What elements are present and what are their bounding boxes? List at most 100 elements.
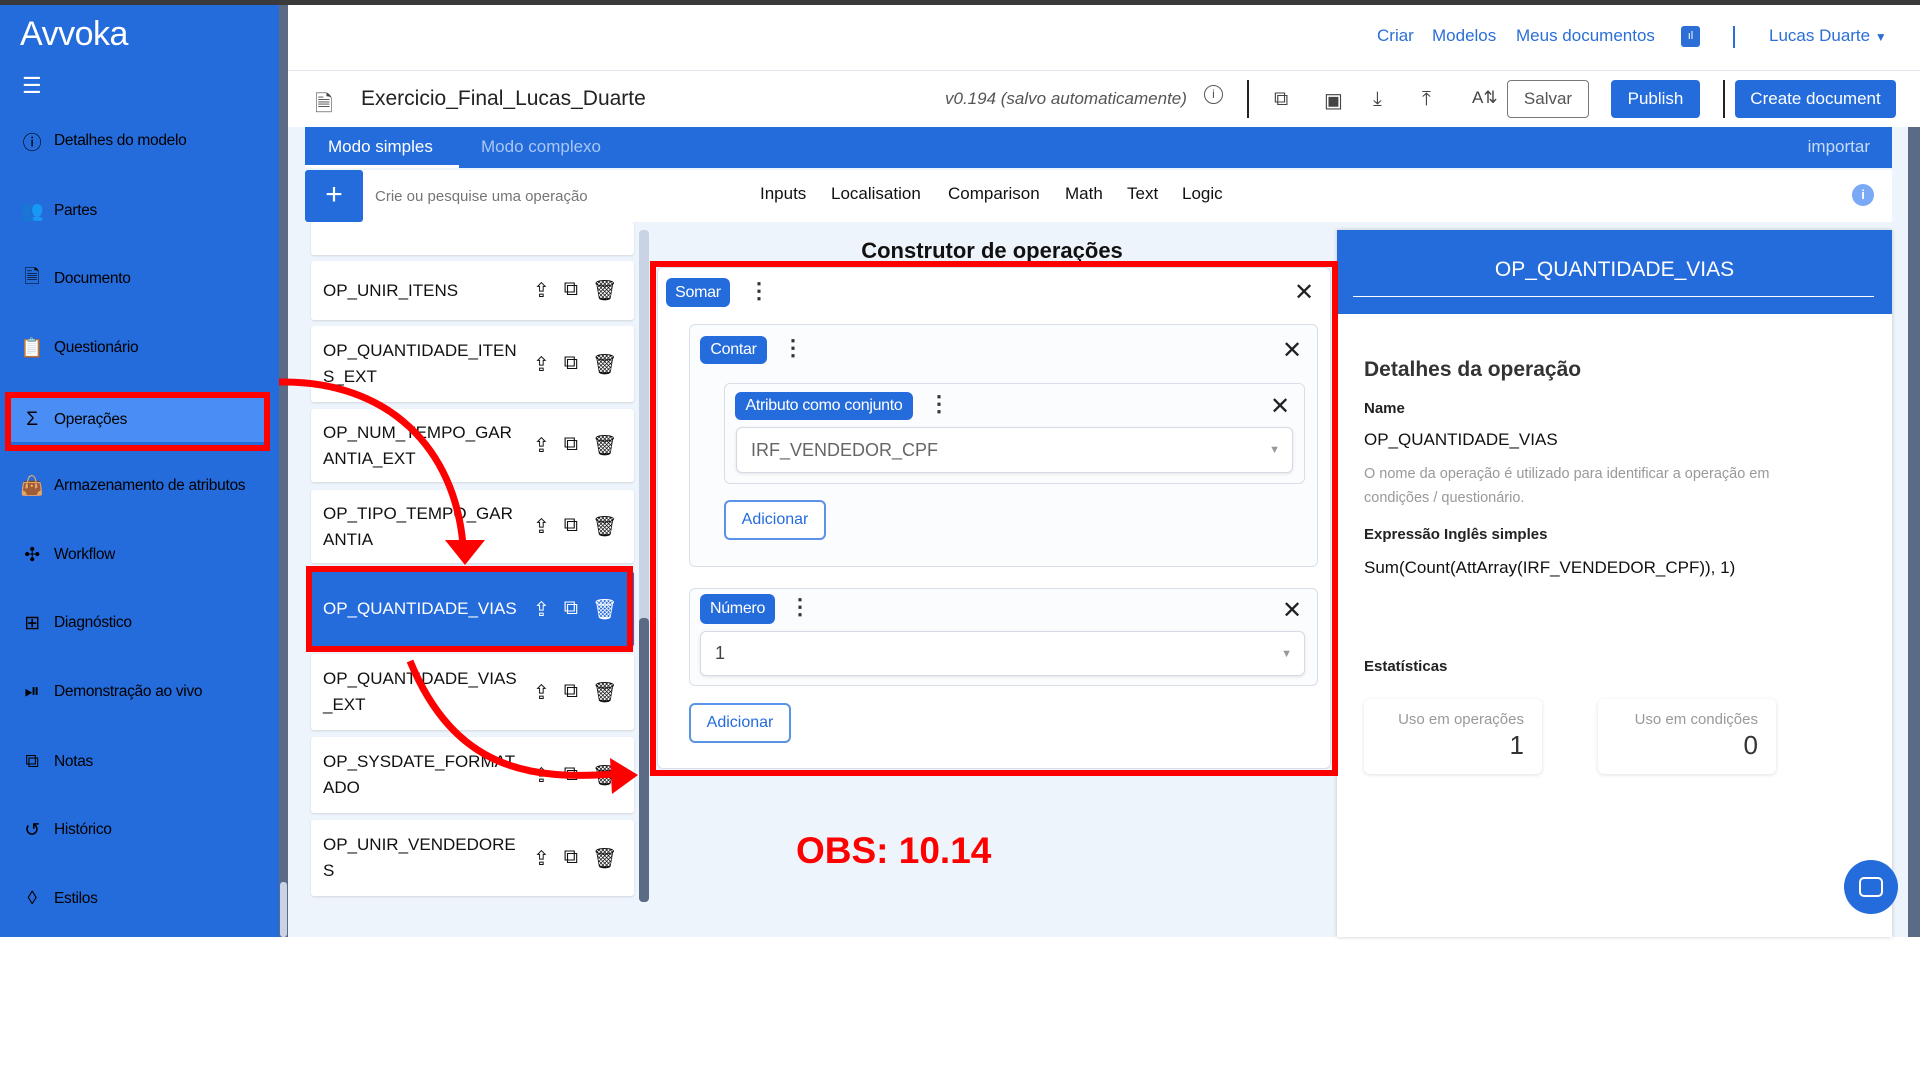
sidebar-item-1[interactable]: 👥 Partes bbox=[10, 189, 265, 233]
list-scrollbar[interactable] bbox=[639, 230, 649, 902]
category-localisation[interactable]: Localisation bbox=[831, 184, 921, 204]
operation-list-item[interactable]: OP_UNIR_ITENS ⇪ ⧉ 🗑 bbox=[311, 261, 634, 320]
sidebar-item-3[interactable]: 📋 Questionário bbox=[10, 326, 265, 370]
sidebar-item-label: Partes bbox=[54, 202, 97, 219]
tab-modo-simples[interactable]: Modo simples bbox=[328, 137, 433, 157]
upload-icon[interactable]: ⤒ bbox=[1422, 88, 1431, 111]
sidebar-item-label: Workflow bbox=[54, 546, 116, 563]
operation-list-item[interactable]: OP_TIPO_TEMPO_GARANTIA ⇪ ⧉ 🗑 bbox=[311, 490, 634, 563]
stat-usage-conditions: Uso em condições 0 bbox=[1598, 699, 1776, 774]
sidebar-item-10[interactable]: ↺ Histórico bbox=[10, 808, 265, 852]
sidebar-item-label: Demonstração ao vivo bbox=[54, 683, 203, 700]
sidebar-item-7[interactable]: ⊞ Diagnóstico bbox=[10, 601, 265, 645]
divider bbox=[1733, 26, 1735, 48]
trash-icon[interactable]: 🗑 bbox=[592, 846, 617, 871]
user-name: Lucas Duarte bbox=[1769, 26, 1871, 45]
styles-icon: ◊ bbox=[27, 888, 37, 909]
share-icon[interactable]: ⇪ bbox=[533, 352, 550, 377]
copy-icon[interactable]: ⧉ bbox=[564, 680, 578, 705]
share-icon[interactable]: ⇪ bbox=[533, 680, 550, 705]
link-meus-documentos[interactable]: Meus documentos bbox=[1516, 26, 1655, 46]
document-icon: 🗎 bbox=[315, 91, 333, 116]
info-icon[interactable]: i bbox=[1204, 85, 1223, 104]
trash-icon[interactable]: 🗑 bbox=[592, 680, 617, 705]
sidebar-item-5[interactable]: 👜 Armazenamento de atributos bbox=[10, 464, 265, 508]
operation-list-item[interactable]: OP_NUM_TEMPO_GARANTIA_EXT ⇪ ⧉ 🗑 bbox=[311, 409, 634, 482]
sidebar-item-label: Documento bbox=[54, 270, 131, 287]
tab-modo-complexo[interactable]: Modo complexo bbox=[481, 137, 601, 157]
share-icon[interactable]: ⇪ bbox=[533, 433, 550, 458]
copy-icon[interactable]: ⧉ bbox=[564, 514, 578, 539]
annotation-box-builder bbox=[650, 261, 1338, 776]
operation-list-item[interactable]: OP_UNIR_VENDEDORES ⇪ ⧉ 🗑 bbox=[311, 820, 634, 896]
category-comparison[interactable]: Comparison bbox=[948, 184, 1040, 204]
share-icon[interactable]: ⇪ bbox=[533, 846, 550, 871]
mode-tabs: Modo simples Modo complexo importar bbox=[305, 127, 1892, 168]
sidebar-item-2[interactable]: 🗎 Documento bbox=[10, 257, 265, 301]
import-link[interactable]: importar bbox=[1808, 137, 1870, 157]
clipboard-icon: 📋 bbox=[20, 338, 44, 359]
publish-button[interactable]: Publish bbox=[1611, 80, 1700, 118]
name-help-text: O nome da operação é utilizado para iden… bbox=[1364, 466, 1770, 506]
sidebar-item-11[interactable]: ◊ Estilos bbox=[10, 877, 265, 921]
sidebar-item-6[interactable]: ✣ Workflow bbox=[10, 533, 265, 577]
translate-icon[interactable]: A⇅ bbox=[1472, 88, 1498, 108]
operation-list-item[interactable]: OP_QUANTIDADE_ITENS_EXT ⇪ ⧉ 🗑 bbox=[311, 326, 634, 402]
annotation-box-sidebar bbox=[5, 392, 270, 451]
save-button[interactable]: Salvar bbox=[1507, 80, 1589, 118]
add-operation-button[interactable]: + bbox=[305, 170, 363, 222]
sidebar-item-label: Diagnóstico bbox=[54, 614, 132, 631]
search-input[interactable] bbox=[375, 180, 655, 212]
category-math[interactable]: Math bbox=[1065, 184, 1103, 204]
info-icon[interactable]: i bbox=[1852, 184, 1874, 206]
copy-icon[interactable]: ⧉ bbox=[564, 763, 578, 788]
expression-label: Expressão Inglês simples bbox=[1364, 526, 1548, 543]
share-icon[interactable]: ⇪ bbox=[533, 278, 550, 303]
details-heading: Detalhes da operação bbox=[1364, 358, 1582, 381]
category-logic[interactable]: Logic bbox=[1182, 184, 1223, 204]
copy-icon[interactable]: ⧉ bbox=[564, 352, 578, 377]
page-scrollbar[interactable] bbox=[1908, 127, 1920, 937]
download-icon[interactable]: ⤓ bbox=[1373, 88, 1382, 111]
chevron-down-icon: ▼ bbox=[1874, 30, 1887, 44]
sidebar-item-label: Histórico bbox=[54, 821, 112, 838]
trash-icon[interactable]: 🗑 bbox=[592, 514, 617, 539]
share-icon[interactable]: ⇪ bbox=[533, 514, 550, 539]
sidebar-item-8[interactable]: ⏯ Demonstração ao vivo bbox=[10, 670, 265, 714]
copy-icon[interactable]: ⧉ bbox=[564, 278, 578, 303]
menu-icon[interactable]: ☰ bbox=[22, 73, 42, 99]
chat-icon bbox=[1859, 877, 1883, 897]
analytics-icon[interactable]: ıl bbox=[1681, 26, 1700, 47]
stat-usage-operations: Uso em operações 1 bbox=[1364, 699, 1542, 774]
trash-icon[interactable]: 🗑 bbox=[592, 352, 617, 377]
sidebar-item-label: Notas bbox=[54, 753, 93, 770]
create-document-button[interactable]: Create document bbox=[1735, 80, 1896, 118]
users-icon: 👥 bbox=[20, 201, 44, 222]
list-item-partial[interactable] bbox=[311, 222, 634, 255]
link-criar[interactable]: Criar bbox=[1377, 26, 1414, 46]
category-inputs[interactable]: Inputs bbox=[760, 184, 806, 204]
name-label: Name bbox=[1364, 400, 1405, 417]
chat-button[interactable] bbox=[1844, 860, 1898, 914]
sidebar-scrollbar[interactable] bbox=[279, 5, 288, 937]
share-icon[interactable]: ⇪ bbox=[533, 763, 550, 788]
sidebar-item-9[interactable]: ⧉ Notas bbox=[10, 740, 265, 784]
user-menu[interactable]: Lucas Duarte ▼ bbox=[1769, 26, 1887, 46]
archive-icon[interactable]: ▣ bbox=[1324, 88, 1343, 113]
operation-list-item[interactable]: OP_QUANTIDADE_VIAS_EXT ⇪ ⧉ 🗑 bbox=[311, 654, 634, 730]
play-pause-icon: ⏯ bbox=[24, 681, 40, 702]
stat-value: 1 bbox=[1509, 730, 1524, 760]
copy-icon[interactable]: ⧉ bbox=[564, 433, 578, 458]
trash-icon[interactable]: 🗑 bbox=[592, 278, 617, 303]
sidebar-item-0[interactable]: ⓘ Detalhes do modelo bbox=[10, 119, 265, 163]
link-modelos[interactable]: Modelos bbox=[1432, 26, 1496, 46]
trash-icon[interactable]: 🗑 bbox=[592, 433, 617, 458]
document-title: Exercicio_Final_Lucas_Duarte bbox=[361, 87, 646, 110]
trash-icon[interactable]: 🗑 bbox=[592, 763, 617, 788]
copy-icon[interactable]: ⧉ bbox=[564, 846, 578, 871]
info-icon: ⓘ bbox=[22, 132, 42, 154]
operation-list-item[interactable]: OP_SYSDATE_FORMATADO ⇪ ⧉ 🗑 bbox=[311, 737, 634, 813]
version-status: v0.194 (salvo automaticamente) bbox=[945, 89, 1187, 108]
copy-icon[interactable]: ⧉ bbox=[1274, 88, 1288, 111]
category-text[interactable]: Text bbox=[1127, 184, 1158, 204]
